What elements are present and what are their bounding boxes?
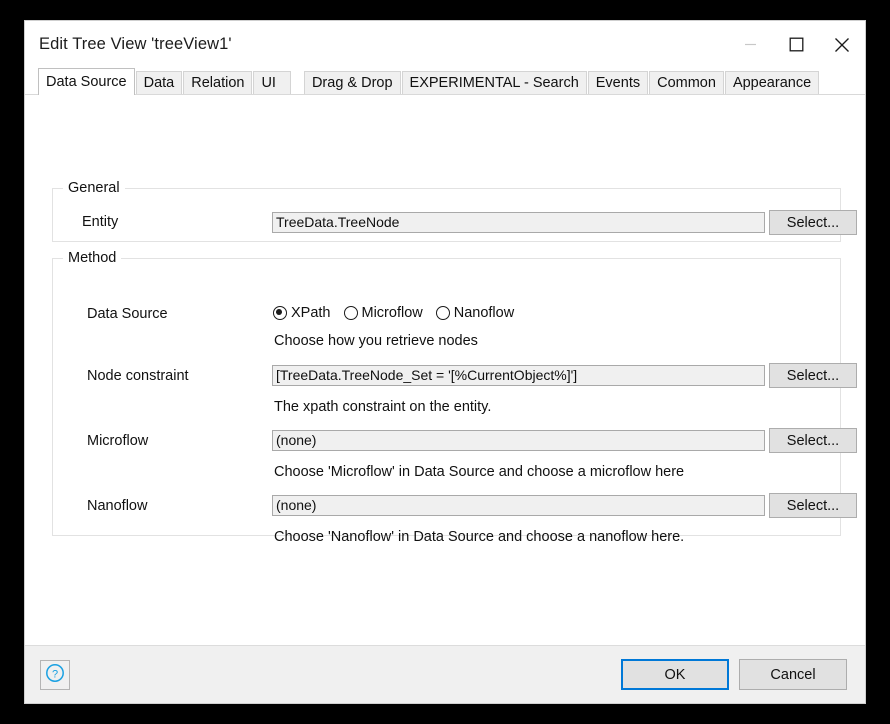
close-icon[interactable] bbox=[819, 21, 865, 68]
node-constraint-input[interactable]: [TreeData.TreeNode_Set = '[%CurrentObjec… bbox=[272, 365, 765, 386]
ok-button[interactable]: OK bbox=[621, 659, 729, 690]
data-source-radio-group: XPath Microflow Nanoflow bbox=[273, 305, 514, 321]
radio-xpath-label: XPath bbox=[291, 305, 331, 321]
dialog-window: Edit Tree View 'treeView1' Data Source D… bbox=[24, 20, 866, 704]
entity-label: Entity bbox=[82, 214, 119, 230]
node-constraint-hint: The xpath constraint on the entity. bbox=[274, 399, 492, 415]
nanoflow-label: Nanoflow bbox=[87, 498, 148, 514]
microflow-label: Microflow bbox=[87, 433, 149, 449]
window-title: Edit Tree View 'treeView1' bbox=[39, 35, 232, 53]
tab-events[interactable]: Events bbox=[587, 71, 649, 95]
nanoflow-hint: Choose 'Nanoflow' in Data Source and cho… bbox=[274, 529, 685, 545]
nanoflow-select-button[interactable]: Select... bbox=[769, 493, 857, 518]
maximize-icon[interactable] bbox=[773, 21, 819, 68]
radio-nanoflow[interactable]: Nanoflow bbox=[435, 305, 515, 321]
minimize-icon[interactable] bbox=[727, 21, 773, 68]
radio-xpath[interactable]: XPath bbox=[273, 305, 331, 321]
tab-data-source[interactable]: Data Source bbox=[38, 68, 135, 95]
microflow-select-button[interactable]: Select... bbox=[769, 428, 857, 453]
data-source-label: Data Source bbox=[87, 306, 168, 322]
svg-text:?: ? bbox=[52, 668, 58, 680]
help-button[interactable]: ? bbox=[40, 660, 70, 690]
dialog-footer: ? OK Cancel bbox=[25, 645, 865, 703]
title-bar: Edit Tree View 'treeView1' bbox=[25, 21, 865, 68]
tab-appearance[interactable]: Appearance bbox=[724, 71, 820, 95]
data-source-hint: Choose how you retrieve nodes bbox=[274, 333, 478, 349]
entity-input[interactable]: TreeData.TreeNode bbox=[272, 212, 765, 233]
group-method-title: Method bbox=[63, 250, 122, 266]
nanoflow-input[interactable]: (none) bbox=[272, 495, 765, 516]
window-controls bbox=[727, 21, 865, 68]
radio-nanoflow-mark bbox=[435, 306, 450, 320]
node-constraint-label: Node constraint bbox=[87, 368, 189, 384]
radio-microflow-label: Microflow bbox=[361, 305, 423, 321]
entity-select-button[interactable]: Select... bbox=[769, 210, 857, 235]
radio-microflow-mark bbox=[343, 306, 358, 320]
node-constraint-select-button[interactable]: Select... bbox=[769, 363, 857, 388]
microflow-hint: Choose 'Microflow' in Data Source and ch… bbox=[274, 464, 685, 480]
tab-relation[interactable]: Relation bbox=[183, 71, 253, 95]
radio-nanoflow-label: Nanoflow bbox=[453, 305, 515, 321]
tab-data[interactable]: Data bbox=[135, 71, 183, 95]
radio-microflow[interactable]: Microflow bbox=[343, 305, 423, 321]
tab-ui[interactable]: UI bbox=[253, 71, 291, 95]
tab-drag-and-drop[interactable]: Drag & Drop bbox=[303, 71, 401, 95]
group-general-title: General bbox=[63, 180, 125, 196]
radio-xpath-mark bbox=[273, 306, 287, 320]
tab-panel-data-source: General Entity TreeData.TreeNode Select.… bbox=[25, 94, 865, 645]
cancel-button[interactable]: Cancel bbox=[739, 659, 847, 690]
tab-common[interactable]: Common bbox=[649, 71, 724, 95]
tab-bar: Data Source Data Relation UI Drag & Drop… bbox=[25, 68, 865, 95]
tab-experimental-search[interactable]: EXPERIMENTAL - Search bbox=[401, 71, 587, 95]
help-icon: ? bbox=[45, 663, 65, 688]
microflow-input[interactable]: (none) bbox=[272, 430, 765, 451]
